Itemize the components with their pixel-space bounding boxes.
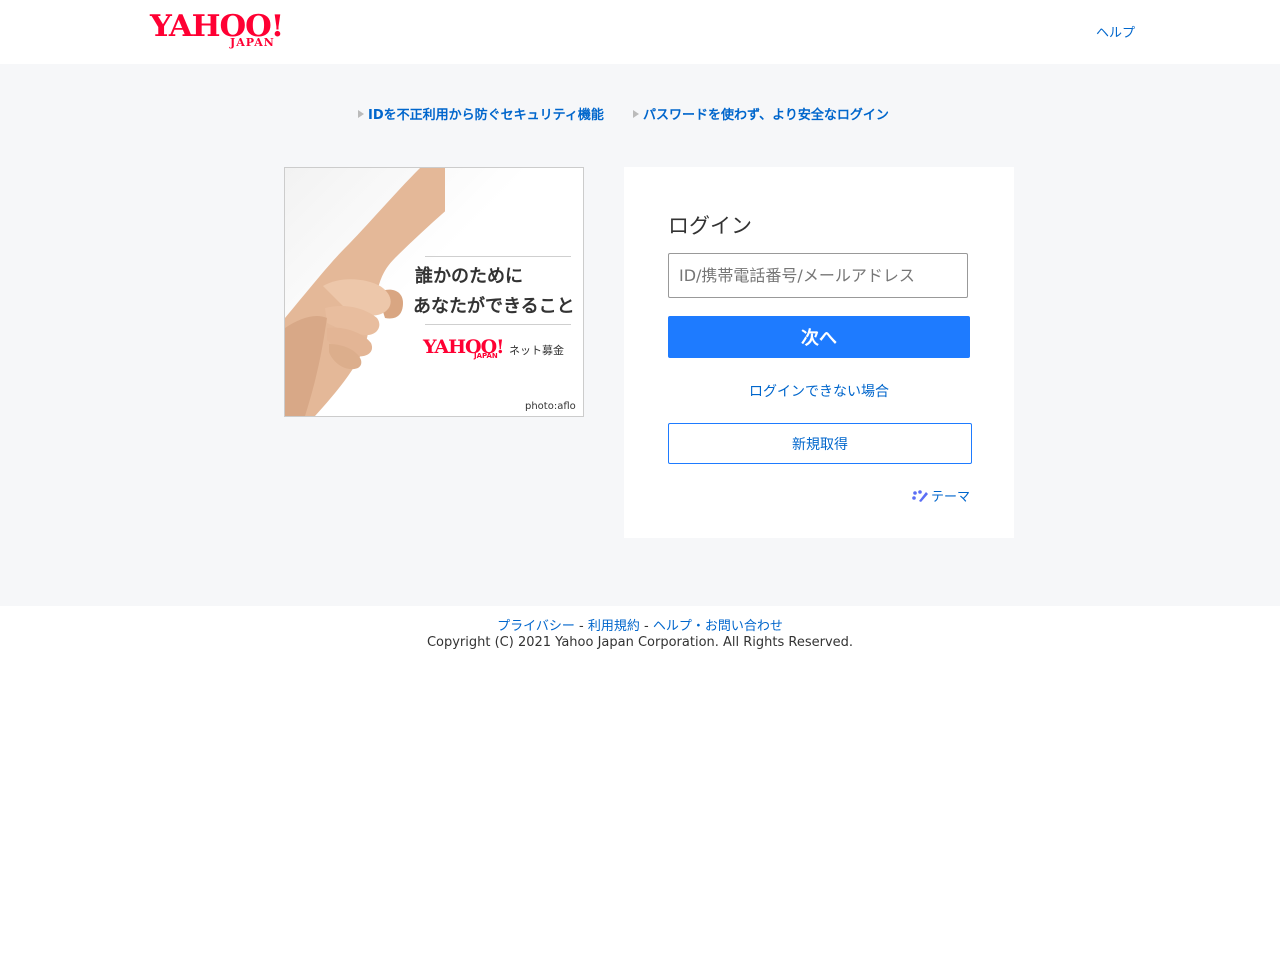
login-title: ログイン: [668, 214, 752, 238]
triangle-right-icon: [633, 110, 639, 118]
promo-security-label: IDを不正利用から防ぐセキュリティ機能: [368, 108, 604, 123]
terms-link[interactable]: 利用規約: [588, 619, 640, 634]
yahoo-japan-logo[interactable]: YAHOO! JAPAN: [150, 10, 288, 50]
promo-passwordless-link[interactable]: パスワードを使わず、より安全なログイン: [633, 104, 889, 123]
cant-login-link[interactable]: ログインできない場合: [668, 381, 970, 401]
help-contact-link[interactable]: ヘルプ・お問い合わせ: [653, 619, 783, 634]
help-link[interactable]: ヘルプ: [1096, 22, 1135, 41]
site-footer: プライバシー - 利用規約 - ヘルプ・お問い合わせ Copyright (C)…: [0, 606, 1280, 651]
ad-divider: [425, 324, 571, 325]
footer-links: プライバシー - 利用規約 - ヘルプ・お問い合わせ: [0, 618, 1280, 635]
promo-passwordless-label: パスワードを使わず、より安全なログイン: [643, 108, 889, 123]
next-button[interactable]: 次へ: [668, 316, 970, 358]
theme-label: テーマ: [930, 490, 970, 505]
palette-icon: [912, 490, 928, 502]
footer-separator: -: [644, 619, 649, 634]
ad-photo-credit: photo:aflo: [525, 401, 576, 412]
logo-subtext: JAPAN: [230, 36, 275, 49]
triangle-right-icon: [358, 110, 364, 118]
login-id-input[interactable]: [668, 253, 968, 298]
ad-headline-2: あなたができること: [413, 296, 575, 317]
ad-yahoo-logo-sub: JAPAN: [474, 352, 498, 360]
main-content: IDを不正利用から防ぐセキュリティ機能 パスワードを使わず、より安全なログイン …: [0, 64, 1280, 606]
ad-service-name: ネット募金: [509, 344, 564, 357]
promo-security-link[interactable]: IDを不正利用から防ぐセキュリティ機能: [358, 104, 604, 123]
login-card: ログイン 次へ ログインできない場合 新規取得 テーマ: [624, 167, 1014, 538]
theme-link[interactable]: テーマ: [911, 486, 970, 505]
footer-separator: -: [579, 619, 584, 634]
privacy-link[interactable]: プライバシー: [497, 619, 575, 634]
ad-divider: [425, 256, 571, 257]
copyright-text: Copyright (C) 2021 Yahoo Japan Corporati…: [426, 635, 854, 650]
donation-ad-banner[interactable]: 誰かのために あなたができること YAHOO! JAPAN ネット募金 phot…: [284, 167, 584, 417]
site-header: YAHOO! JAPAN ヘルプ: [0, 0, 1280, 64]
ad-headline-1: 誰かのために: [415, 266, 523, 287]
register-button[interactable]: 新規取得: [668, 423, 972, 464]
